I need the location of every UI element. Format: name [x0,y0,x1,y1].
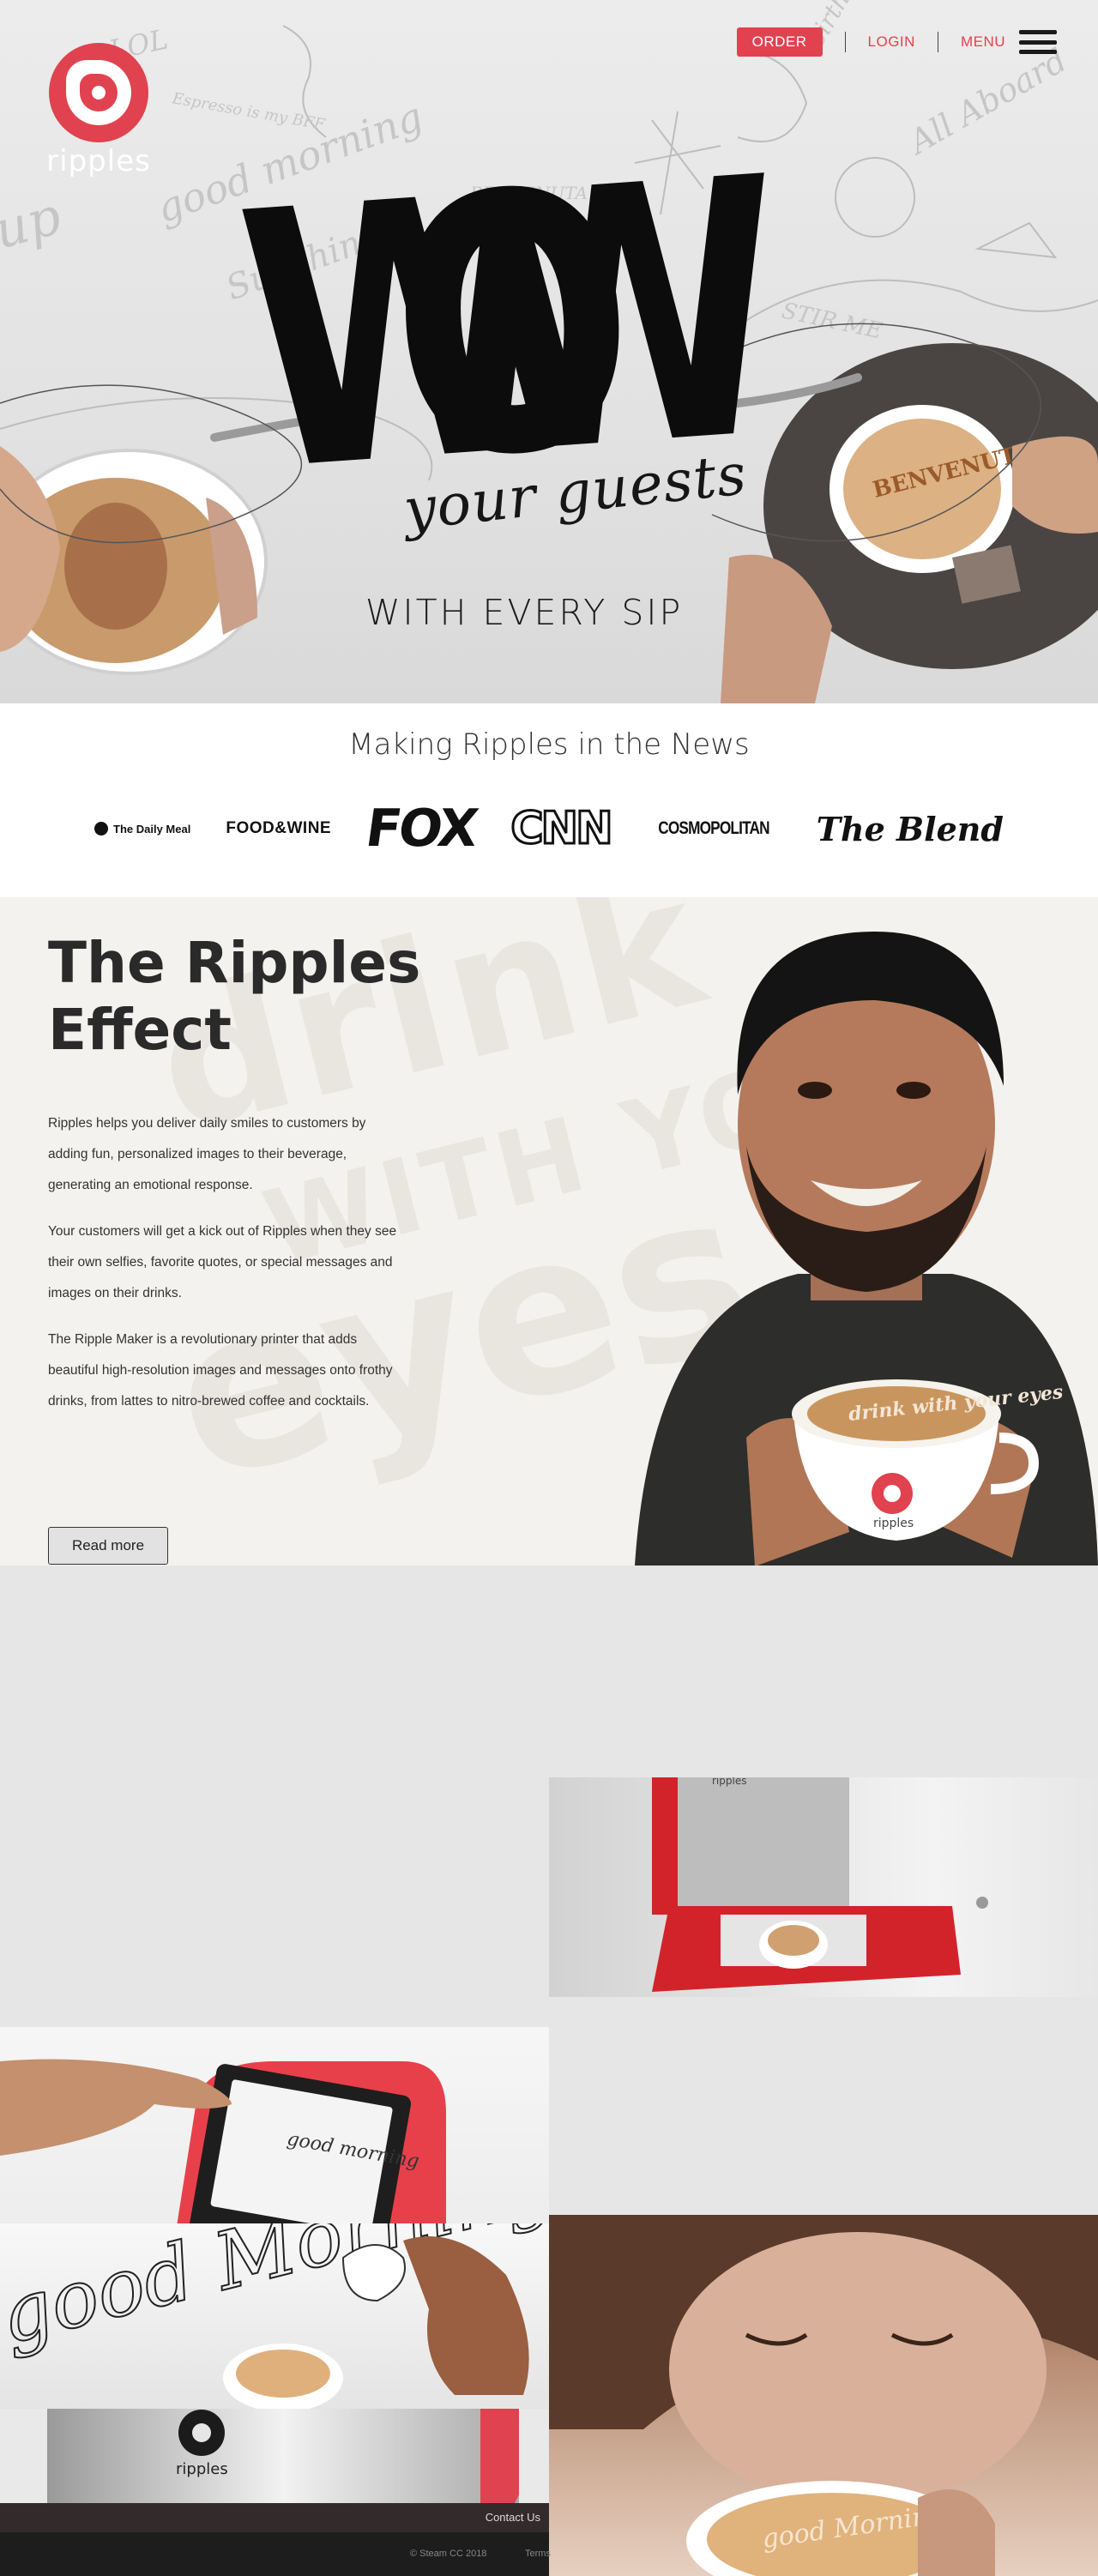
press-logos: The Daily Meal FOOD&WINE FOX CNN COSMOPO… [94,799,1004,859]
press-logo-cosmopolitan[interactable]: COSMOPOLITAN [658,818,769,839]
effect-paragraph: Ripples helps you deliver daily smiles t… [48,1116,366,1192]
gallery-touchscreen-photo: good morning [0,2027,549,2253]
doodle-text: All Aboard [901,41,1073,162]
doodle-text: up [0,186,67,262]
effect-description: Ripples helps you deliver daily smiles t… [48,1108,408,1433]
gallery-printer-photo: ripples [549,1777,1098,1997]
order-button[interactable]: ORDER [736,27,823,57]
press-logo-fox[interactable]: FOX [362,799,480,859]
hero-section: LOL good morning Sunshine BENVENUTA Birt… [0,0,1098,703]
read-more-button[interactable]: Read more [48,1527,168,1565]
press-logo-cnn[interactable]: CNN [510,802,614,856]
top-navigation: ORDER LOGIN MENU [736,27,1057,57]
press-logo-the-blend[interactable]: The Blend [817,810,1004,848]
cup-brand-text: ripples [873,1517,914,1530]
contact-us-link[interactable]: Contact Us [486,2511,540,2524]
hero-subline: WITH EVERY SIP [365,592,684,633]
nav-divider [844,32,846,52]
doodle-text: STIR ME [780,299,885,345]
logo-text: ripples [46,144,151,178]
news-section: Making Ripples in the News The Daily Mea… [0,703,1098,897]
printer-brand-text: ripples [712,1777,746,1787]
news-title: Making Ripples in the News [348,727,750,762]
effect-title: The Ripples Effect [48,930,421,1063]
hero-headline-wow: WOW [240,102,789,489]
effect-paragraph: Your customers will get a kick out of Ri… [48,1224,397,1300]
product-gallery: ripples good morning good Morning ripple… [0,1566,1098,2576]
ripples-logo-mark [49,43,148,142]
ripples-logo[interactable]: ripples [43,43,154,178]
hamburger-menu-icon[interactable] [1019,30,1057,54]
effect-paragraph: The Ripple Maker is a revolutionary prin… [48,1332,393,1409]
footer-contact-bar: Contact Us [0,2503,549,2532]
press-logo-food-wine[interactable]: FOOD&WINE [226,819,331,838]
ripples-effect-section: drink WITH YOUR eyes The Ripples Effect … [0,897,1098,1566]
latte-cup-left [0,446,268,675]
gallery-good-morning-photo: good Morning [0,2223,549,2414]
machine-brand-text: ripples [176,2460,228,2478]
footer-legal-bar: © Steam CC 2018 Terms [0,2532,551,2576]
gallery-woman-drinking-photo: good Morning [549,2215,1098,2576]
terms-link[interactable]: Terms [525,2549,551,2559]
press-logo-daily-meal[interactable]: The Daily Meal [94,822,190,836]
menu-link[interactable]: MENU [961,33,1005,51]
login-link[interactable]: LOGIN [868,33,915,51]
headline-text: WOW [240,102,789,489]
smiling-man-photo: drink with your eyes ripples [635,932,1098,1566]
copyright-text: © Steam CC 2018 [410,2549,487,2559]
